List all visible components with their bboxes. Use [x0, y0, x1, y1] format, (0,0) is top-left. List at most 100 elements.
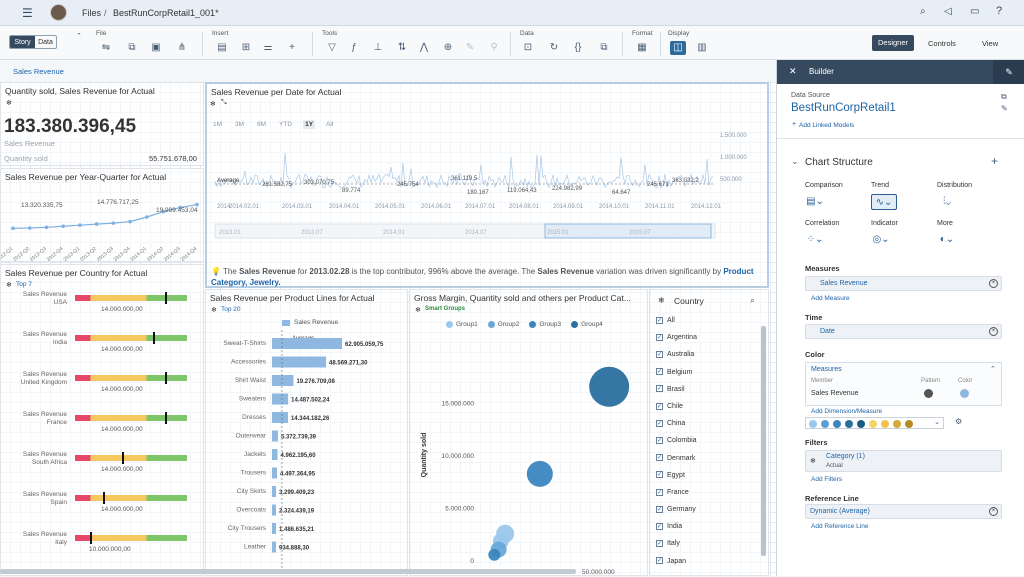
data-view-icon[interactable]: ⊡: [520, 41, 536, 55]
add-reference-line-link[interactable]: Add Reference Line: [811, 523, 868, 530]
code-icon[interactable]: {}: [570, 41, 586, 55]
comment-icon[interactable]: ▭: [970, 6, 979, 17]
kpi-tile[interactable]: Quantity sold, Sales Revenue for Actual …: [0, 82, 204, 166]
filter-item[interactable]: ✓ Germany: [656, 501, 756, 518]
checkbox[interactable]: ✓: [656, 505, 663, 513]
data-tab[interactable]: Data: [35, 36, 56, 48]
top-20-badge[interactable]: Top 20: [221, 306, 241, 313]
country-bullet-tile[interactable]: Sales Revenue per Country for Actual ❄ T…: [0, 264, 204, 576]
color-palette-dropdown[interactable]: ⌄: [805, 417, 944, 429]
checkbox[interactable]: ✓: [656, 402, 663, 410]
filter-item[interactable]: ✓ Brasil: [656, 381, 756, 398]
filter-item[interactable]: ✓ Belgium: [656, 364, 756, 381]
country-filter-tile[interactable]: ❄ Country ⌕ ✓ All ✓ Argentina ✓ Australia ✓ Bel…: [649, 289, 769, 576]
announcement-icon[interactable]: ◁: [944, 6, 952, 17]
controls-button[interactable]: Controls: [928, 39, 956, 48]
filter-item[interactable]: ✓ Australia: [656, 346, 756, 363]
add-measure-link[interactable]: Add Measure: [811, 295, 850, 302]
collapse-chevron-icon[interactable]: ⌃: [76, 32, 82, 40]
menu-icon[interactable]: ☰: [22, 6, 33, 20]
add-dimension-link[interactable]: Add Dimension/Measure: [811, 408, 882, 415]
date-chart-tile[interactable]: Sales Revenue per Date for Actual ❄ ⤡ 1M…: [205, 82, 769, 288]
styling-tab-icon[interactable]: ✎: [993, 60, 1024, 84]
hierarchy-icon[interactable]: ⊥: [370, 41, 386, 55]
files-link[interactable]: Files: [82, 8, 101, 18]
search-icon[interactable]: ⌕: [920, 6, 926, 17]
checkbox[interactable]: ✓: [656, 316, 663, 324]
checkbox[interactable]: ✓: [656, 522, 663, 530]
product-lines-tile[interactable]: Sales Revenue per Product Lines for Actu…: [205, 289, 408, 576]
checkbox[interactable]: ✓: [656, 488, 663, 496]
palette-chevron-icon[interactable]: ⌄: [934, 418, 940, 426]
checkbox[interactable]: ✓: [656, 436, 663, 444]
insight-link-jewelry[interactable]: Jewelry: [250, 278, 279, 287]
measure-field[interactable]: Sales Revenue ×: [805, 276, 1002, 291]
top-7-badge[interactable]: Top 7: [16, 281, 32, 288]
add-structure-icon[interactable]: +: [991, 154, 998, 168]
designer-button[interactable]: Designer: [872, 35, 914, 51]
share-icon[interactable]: ⋔: [174, 41, 190, 55]
filter-icon[interactable]: ▽: [324, 41, 340, 55]
filter-item[interactable]: ✓ Denmark: [656, 450, 756, 467]
filter-item[interactable]: ✓ Chile: [656, 398, 756, 415]
copy-icon[interactable]: ⧉: [124, 41, 140, 55]
remove-time-icon[interactable]: ×: [989, 327, 998, 336]
collapse-color-icon[interactable]: ⌃: [990, 365, 996, 373]
chart-type-indicator-icon[interactable]: ◎⌄: [871, 232, 891, 248]
canvas-scrollbar[interactable]: [0, 569, 576, 574]
styling-icon[interactable]: ▦: [634, 41, 650, 55]
remove-measure-icon[interactable]: ×: [989, 279, 998, 288]
help-icon[interactable]: ?: [996, 5, 1002, 17]
checkbox[interactable]: ✓: [656, 351, 663, 359]
link-icon[interactable]: ⊕: [440, 41, 456, 55]
chart-type-comparison-icon[interactable]: ▤⌄: [805, 194, 825, 210]
page-tab-sales-revenue[interactable]: Sales Revenue: [13, 67, 64, 76]
input-control-icon[interactable]: ⚌: [260, 41, 276, 55]
view-button[interactable]: View: [982, 39, 998, 48]
save-icon[interactable]: ▣: [148, 41, 164, 55]
copy-data-icon[interactable]: ⧉: [596, 41, 612, 55]
add-filters-link[interactable]: Add Filters: [811, 476, 842, 483]
chart-type-trend-icon[interactable]: ∿⌄: [871, 194, 897, 210]
filter-search-icon[interactable]: ⌕: [750, 295, 755, 306]
bubble-chart-tile[interactable]: Gross Margin, Quantity sold and others p…: [409, 289, 648, 576]
avatar[interactable]: [50, 4, 67, 21]
checkbox[interactable]: ✓: [656, 333, 663, 341]
reference-line-field[interactable]: Dynamic (Average) ×: [805, 504, 1002, 519]
pattern-swatch[interactable]: [924, 389, 933, 398]
checkbox[interactable]: ✓: [656, 368, 663, 376]
filter-item[interactable]: ✓ All: [656, 312, 756, 329]
magic-icon[interactable]: ⚲: [486, 41, 502, 55]
year-quarter-chart-tile[interactable]: Sales Revenue per Year-Quarter for Actua…: [0, 168, 204, 262]
filter-item[interactable]: ✓ Argentina: [656, 329, 756, 346]
checkbox[interactable]: ✓: [656, 454, 663, 462]
filter-item[interactable]: ✓ Colombia: [656, 432, 756, 449]
color-measures-box[interactable]: Measures ⌃ Member Pattern Color Sales Re…: [805, 362, 1002, 406]
filter-item[interactable]: ✓ China: [656, 415, 756, 432]
copy-source-icon[interactable]: ⧉: [1001, 92, 1007, 102]
story-tab[interactable]: Story: [10, 36, 35, 48]
color-swatch[interactable]: [960, 389, 969, 398]
filter-scrollbar[interactable]: [761, 326, 766, 556]
checkbox[interactable]: ✓: [656, 419, 663, 427]
comment-display-icon[interactable]: ◫: [670, 41, 686, 55]
filter-item[interactable]: ✓ Japan: [656, 553, 756, 570]
time-field[interactable]: Date ×: [805, 324, 1002, 339]
edit-source-icon[interactable]: ✎: [1001, 104, 1008, 113]
formula-icon[interactable]: ƒ: [346, 41, 362, 55]
refresh-icon[interactable]: ↻: [546, 41, 562, 55]
filter-item[interactable]: ✓ India: [656, 518, 756, 535]
sort-icon[interactable]: ⇅: [394, 41, 410, 55]
data-source-value[interactable]: BestRunCorpRetail1: [791, 102, 896, 114]
remove-reference-icon[interactable]: ×: [989, 507, 998, 516]
checkbox[interactable]: ✓: [656, 540, 663, 548]
edit-icon[interactable]: ✎: [462, 41, 478, 55]
table-icon[interactable]: ⊞: [238, 41, 254, 55]
checkbox[interactable]: ✓: [656, 557, 663, 565]
filter-item[interactable]: ✓ France: [656, 484, 756, 501]
filter-chip[interactable]: ❄ Category (1) Actual: [805, 450, 1002, 472]
filter-item[interactable]: ✓ Italy: [656, 535, 756, 552]
chart-type-more-icon[interactable]: ◐⌄: [937, 232, 957, 248]
expand-icon[interactable]: ⤡: [221, 99, 227, 107]
chart-icon[interactable]: ▤: [214, 41, 230, 55]
